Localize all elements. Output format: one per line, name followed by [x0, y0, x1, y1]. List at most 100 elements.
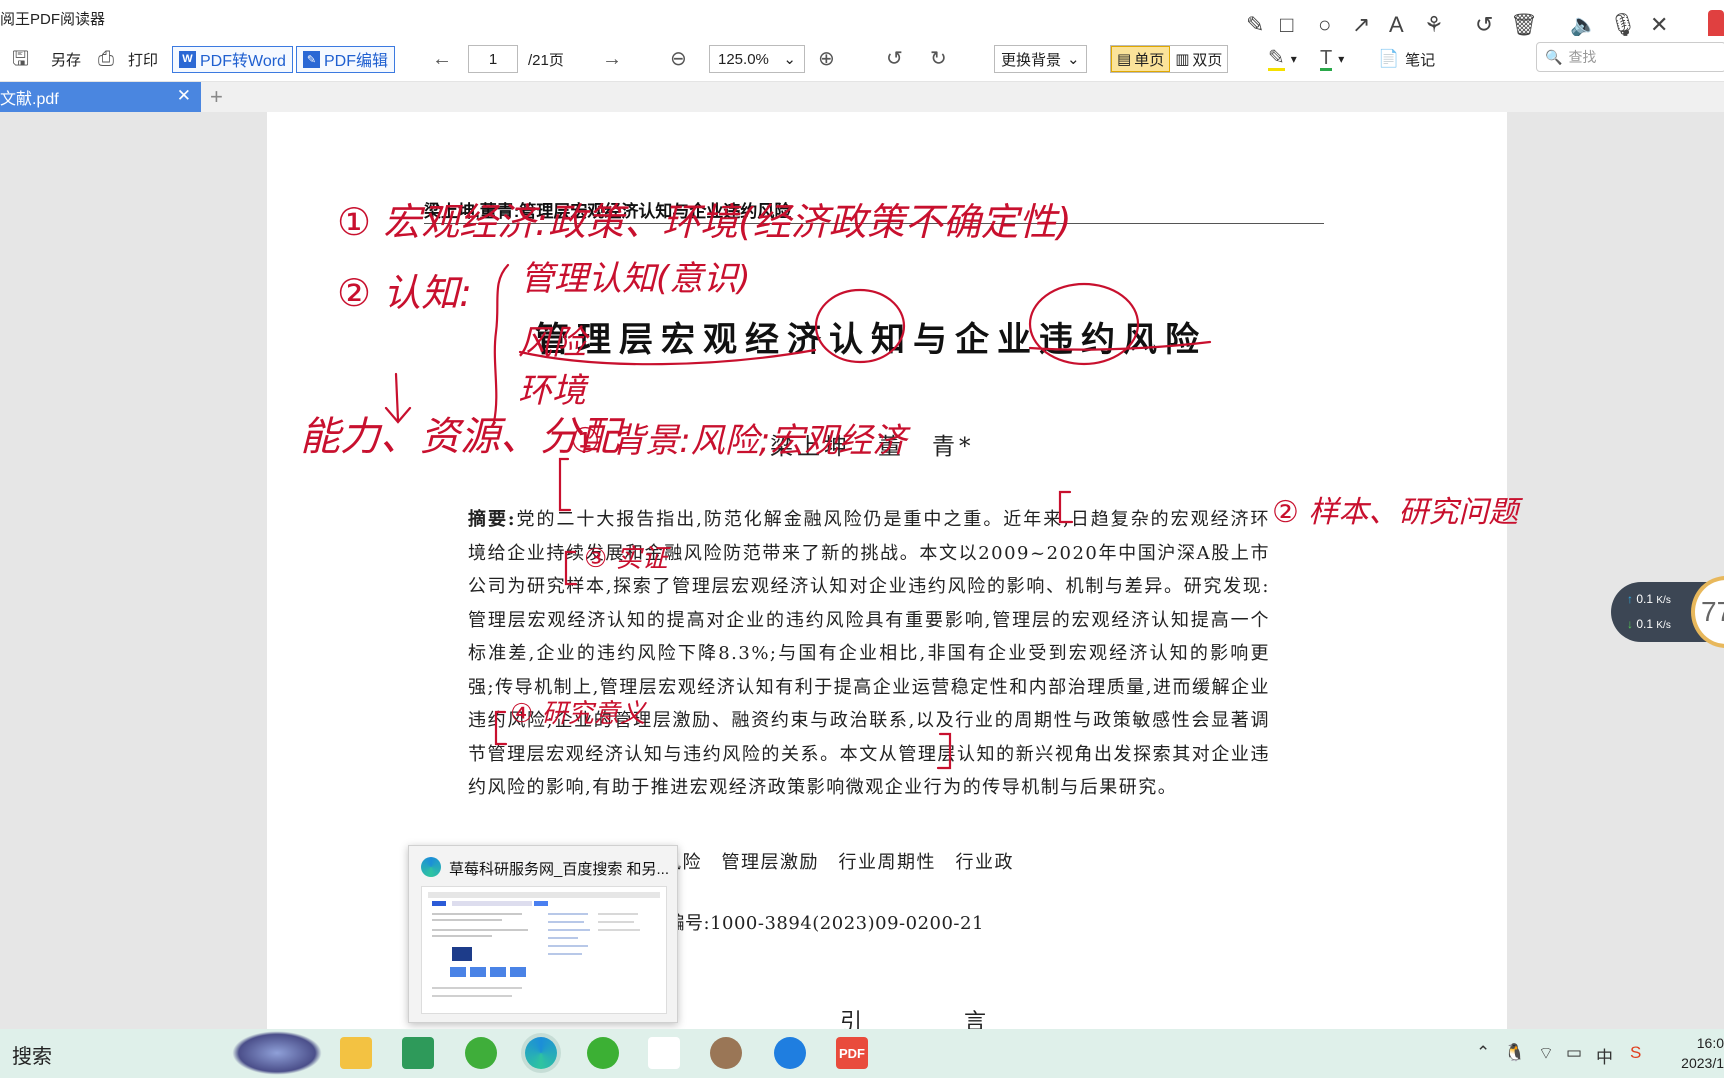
- close-icon[interactable]: ✕: [177, 86, 191, 106]
- trash-icon[interactable]: 🗑: [1510, 12, 1538, 38]
- highlighter-icon[interactable]: ✎: [1268, 48, 1285, 71]
- speaker-icon[interactable]: 🔈: [1570, 12, 1597, 38]
- tray-expand-icon[interactable]: ⌃: [1476, 1043, 1490, 1063]
- ellipse-icon[interactable]: ○: [1318, 12, 1331, 38]
- background-select[interactable]: 更换背景 ⌄: [994, 45, 1087, 73]
- zoom-value: 125.0%: [718, 50, 769, 68]
- rotate-left-icon[interactable]: ↺: [886, 49, 903, 69]
- single-page-button[interactable]: ▤ 单页: [1111, 46, 1171, 72]
- edge-icon[interactable]: [525, 1037, 557, 1069]
- zoom-select[interactable]: 125.0% ⌄: [709, 45, 805, 73]
- next-page-icon[interactable]: →: [602, 49, 622, 69]
- clock[interactable]: 16:0 2023/1: [1666, 1033, 1724, 1073]
- arrow-icon[interactable]: ↗: [1352, 12, 1370, 38]
- avatar-app-icon[interactable]: [710, 1037, 742, 1069]
- zoom-in-icon[interactable]: ⊕: [818, 49, 835, 69]
- preview-thumbnail[interactable]: [421, 886, 667, 1014]
- taskbar-preview-popup[interactable]: 草莓科研服务网_百度搜索 和另...: [408, 845, 678, 1023]
- notes-icon: 📄: [1378, 49, 1400, 68]
- document-viewer[interactable]: 梁上坤,董青:管理层宏观经济认知与企业违约风险 管理层宏观经济认知与企业违约风险…: [0, 112, 1724, 1029]
- chevron-down-icon: ⌄: [783, 51, 796, 68]
- pen-icon[interactable]: ✎: [1246, 12, 1264, 38]
- network-speed-widget[interactable]: ↑ 0.1 K/s ↓ 0.1 K/s 77: [1611, 576, 1724, 648]
- ime-indicator[interactable]: 中: [1596, 1043, 1613, 1068]
- pdf-edit-label: PDF编辑: [324, 53, 389, 70]
- ink-bracket-4: [494, 710, 508, 746]
- ink-note-empirical: ③ 实证: [584, 544, 672, 574]
- ink-bracket-1: [558, 457, 572, 512]
- ink-note-sample: ② 样本、研究问题: [1272, 495, 1523, 530]
- tab-label: 文献.pdf: [0, 91, 59, 108]
- pdf-to-word-button[interactable]: W PDF转Word: [172, 45, 293, 73]
- pdf-to-word-label: PDF转Word: [200, 53, 286, 70]
- ink-bracket-2: [1058, 490, 1074, 524]
- double-page-button[interactable]: ▥ 双页: [1170, 46, 1227, 72]
- taskbar-search[interactable]: 搜索: [12, 1040, 52, 1069]
- upload-speed: ↑ 0.1 K/s: [1627, 592, 1671, 606]
- text-color-icon[interactable]: T: [1320, 48, 1333, 71]
- main-toolbar: 🖫 另存 ⎙ 打印 W PDF转Word ✎ PDF编辑 ← 1 /21页 → …: [0, 36, 1724, 82]
- sogou-icon[interactable]: [774, 1037, 806, 1069]
- rotate-right-icon[interactable]: ↻: [930, 49, 947, 69]
- save-icon[interactable]: 🖫: [12, 49, 29, 69]
- download-arrow-icon: ↓: [1627, 617, 1633, 631]
- microphone-icon[interactable]: 🎙: [1609, 12, 1637, 38]
- edit-icon: ✎: [303, 50, 320, 68]
- rectangle-icon[interactable]: □: [1280, 12, 1293, 38]
- save-as-button[interactable]: 另存: [51, 49, 81, 70]
- taskbar: 搜索 PDF ⌃ 🐧 ⌔ ▭ 中 S 16:0 2023/1: [0, 1029, 1724, 1078]
- ink-note-background: ① 背景:风险;宏观经济: [570, 421, 911, 461]
- wifi-icon[interactable]: ⌔: [1538, 1043, 1554, 1064]
- magic-wand-icon[interactable]: ⚘: [1424, 12, 1444, 38]
- double-page-icon: ▥: [1175, 51, 1190, 68]
- ink-bracket-5: [936, 732, 952, 770]
- page-number-input[interactable]: 1: [468, 45, 518, 73]
- notes-app-icon[interactable]: [402, 1037, 434, 1069]
- single-page-label: 单页: [1134, 51, 1165, 69]
- close-annotation-icon[interactable]: ✕: [1650, 12, 1668, 38]
- handwritten-annotations: ① 宏观经济:政策、环境(经济政策不确定性) ② 认知: 管理认知(意识) 风险…: [300, 200, 1523, 770]
- pdf-edit-button[interactable]: ✎ PDF编辑: [296, 45, 396, 73]
- download-value: 0.1: [1636, 617, 1654, 631]
- chevron-down-icon: ⌄: [1067, 51, 1080, 68]
- background-label: 更换背景: [1001, 51, 1062, 69]
- prev-page-icon[interactable]: ←: [432, 49, 452, 69]
- text-tool-icon[interactable]: A: [1389, 12, 1404, 38]
- print-icon[interactable]: ⎙: [98, 49, 114, 69]
- ink-note-1: ① 宏观经济:政策、环境(经济政策不确定性): [337, 200, 1072, 244]
- baidu-netdisk-icon[interactable]: [648, 1037, 680, 1069]
- single-page-icon: ▤: [1117, 51, 1132, 68]
- double-page-label: 双页: [1192, 51, 1223, 69]
- print-button[interactable]: 打印: [128, 49, 158, 70]
- ink-item-1: 管理认知(意识): [520, 259, 751, 299]
- chevron-down-icon[interactable]: ▾: [1338, 52, 1344, 66]
- download-unit: K/s: [1656, 620, 1671, 631]
- battery-icon[interactable]: ▭: [1566, 1043, 1582, 1063]
- word-icon: W: [179, 50, 196, 68]
- tab-bar: 文献.pdf ✕ +: [0, 82, 1724, 112]
- ie-browser-icon[interactable]: [465, 1037, 497, 1069]
- tab-document[interactable]: 文献.pdf ✕: [0, 82, 201, 112]
- app-title: 阅王PDF阅读器: [0, 11, 106, 28]
- qq-icon[interactable]: 🐧: [1504, 1043, 1525, 1063]
- upload-unit: K/s: [1656, 595, 1671, 606]
- new-tab-icon[interactable]: +: [210, 84, 223, 110]
- zoom-out-icon[interactable]: ⊖: [670, 49, 687, 69]
- ink-circle-renzhi: [814, 288, 906, 364]
- ink-note-meaning: ④ 研究意义: [510, 699, 648, 729]
- undo-icon[interactable]: ↺: [1475, 12, 1493, 38]
- ink-item-3: 环境: [518, 371, 590, 411]
- clock-date: 2023/1: [1681, 1055, 1724, 1071]
- sogou-ime-icon[interactable]: S: [1630, 1043, 1641, 1063]
- wechat-icon[interactable]: [587, 1037, 619, 1069]
- chevron-down-icon[interactable]: ▾: [1291, 52, 1297, 66]
- ink-item-2: 风险: [518, 323, 590, 363]
- thumbnail-graphic: [428, 892, 660, 997]
- notes-button[interactable]: 笔记: [1405, 49, 1435, 70]
- pdf-reader-taskbar-icon[interactable]: PDF: [836, 1037, 868, 1069]
- clock-time: 16:0: [1696, 1035, 1724, 1051]
- ink-underline-risk: [1028, 340, 1212, 351]
- search-input[interactable]: 🔍 查找: [1536, 42, 1724, 72]
- file-explorer-icon[interactable]: [340, 1037, 372, 1069]
- search-highlight-image: [232, 1031, 322, 1075]
